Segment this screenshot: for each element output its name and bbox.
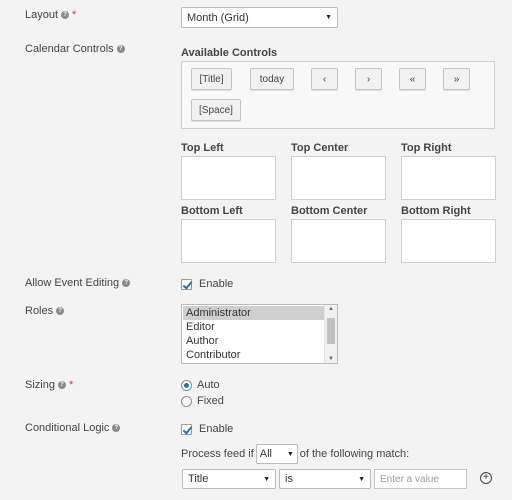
process-feed-row: Process feed if All ▼ of the following m… bbox=[181, 444, 409, 464]
checkmark-icon bbox=[182, 278, 193, 290]
zone-top-left[interactable] bbox=[181, 156, 276, 200]
available-controls-panel: [Title] today ‹ › « » [Space] bbox=[181, 61, 495, 129]
conditional-logic-checkbox[interactable] bbox=[181, 423, 193, 435]
control-today[interactable]: today bbox=[250, 68, 294, 90]
sizing-auto[interactable]: Auto bbox=[181, 379, 220, 391]
scroll-up-icon[interactable]: ▲ bbox=[325, 306, 337, 312]
rule-operator-select[interactable]: is ▼ bbox=[279, 469, 371, 489]
zone-top-center[interactable] bbox=[291, 156, 386, 200]
zone-label-top-right: Top Right bbox=[401, 142, 452, 154]
control-next[interactable]: › bbox=[355, 68, 382, 90]
control-prev[interactable]: ‹ bbox=[311, 68, 338, 90]
add-rule-icon[interactable]: + bbox=[480, 472, 492, 484]
zone-bottom-left[interactable] bbox=[181, 219, 276, 263]
sizing-fixed-radio[interactable] bbox=[181, 395, 192, 407]
conditional-logic-enable[interactable]: Enable bbox=[181, 423, 233, 435]
sizing-auto-radio[interactable] bbox=[181, 379, 192, 391]
role-option[interactable]: Contributor bbox=[183, 348, 324, 362]
roles-label: Roles ? bbox=[25, 305, 65, 317]
help-icon[interactable]: ? bbox=[57, 381, 66, 389]
zone-bottom-right[interactable] bbox=[401, 219, 496, 263]
conditional-logic-label: Conditional Logic ? bbox=[25, 422, 121, 434]
roles-scrollbar[interactable]: ▲ ▼ bbox=[324, 305, 337, 363]
layout-label: Layout ? * bbox=[25, 9, 77, 21]
match-select[interactable]: All ▼ bbox=[255, 444, 298, 464]
help-icon[interactable]: ? bbox=[112, 424, 121, 432]
checkmark-icon bbox=[182, 423, 193, 435]
available-controls-title: Available Controls bbox=[181, 47, 278, 59]
role-option[interactable]: Administrator bbox=[183, 306, 324, 320]
calendar-controls-label: Calendar Controls ? bbox=[25, 43, 125, 55]
dropdown-arrow-icon: ▼ bbox=[325, 14, 332, 21]
help-icon[interactable]: ? bbox=[116, 45, 125, 53]
zone-label-top-left: Top Left bbox=[181, 142, 224, 154]
control-next-year[interactable]: » bbox=[443, 68, 470, 90]
rule-field-select[interactable]: Title ▼ bbox=[182, 469, 276, 489]
zone-label-bottom-left: Bottom Left bbox=[181, 205, 243, 217]
help-icon[interactable]: ? bbox=[61, 11, 70, 19]
dropdown-arrow-icon: ▼ bbox=[263, 475, 270, 483]
zone-label-top-center: Top Center bbox=[291, 142, 349, 154]
sizing-label: Sizing ? * bbox=[25, 379, 74, 391]
scroll-down-icon[interactable]: ▼ bbox=[325, 356, 337, 362]
zone-top-right[interactable] bbox=[401, 156, 496, 200]
zone-label-bottom-center: Bottom Center bbox=[291, 205, 368, 217]
role-option[interactable]: Author bbox=[183, 334, 324, 348]
control-prev-year[interactable]: « bbox=[399, 68, 426, 90]
role-option[interactable]: Editor bbox=[183, 320, 324, 334]
control-space[interactable]: [Space] bbox=[191, 99, 241, 121]
sizing-fixed[interactable]: Fixed bbox=[181, 395, 224, 407]
event-editing-enable[interactable]: Enable bbox=[181, 278, 233, 290]
help-icon[interactable]: ? bbox=[56, 307, 65, 315]
rule-value-input[interactable]: Enter a value bbox=[374, 469, 467, 489]
required-asterisk: * bbox=[72, 9, 77, 21]
required-asterisk: * bbox=[68, 379, 74, 391]
layout-select[interactable]: Month (Grid) ▼ bbox=[181, 7, 338, 28]
event-editing-label: Allow Event Editing ? bbox=[25, 277, 131, 289]
dropdown-arrow-icon: ▼ bbox=[358, 475, 365, 483]
dropdown-arrow-icon: ▼ bbox=[286, 450, 294, 458]
scrollbar-thumb[interactable] bbox=[327, 318, 335, 344]
zone-label-bottom-right: Bottom Right bbox=[401, 205, 471, 217]
roles-listbox[interactable]: Administrator Editor Author Contributor … bbox=[181, 304, 338, 364]
help-icon[interactable]: ? bbox=[122, 279, 131, 287]
control-title[interactable]: [Title] bbox=[191, 68, 232, 90]
zone-bottom-center[interactable] bbox=[291, 219, 386, 263]
event-editing-checkbox[interactable] bbox=[181, 278, 193, 290]
